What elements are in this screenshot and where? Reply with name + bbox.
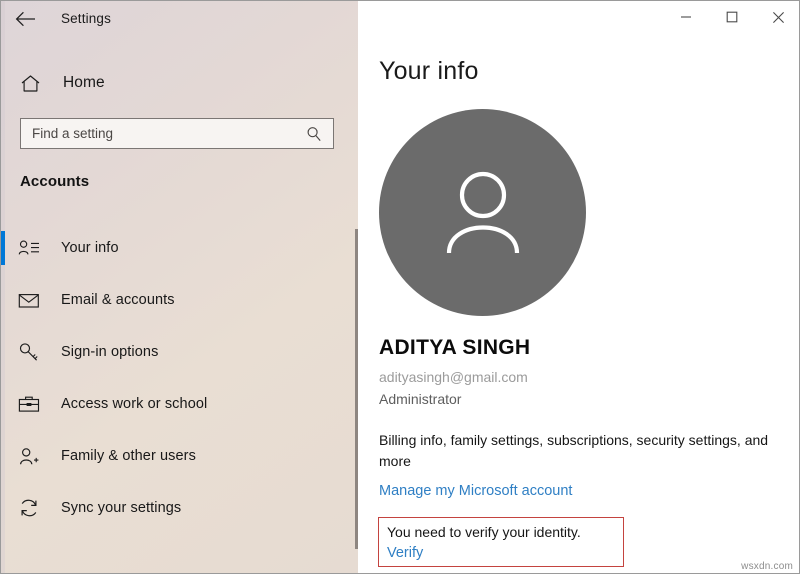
selection-indicator [1, 335, 5, 369]
verify-identity-callout: You need to verify your identity. Verify [378, 517, 624, 567]
user-avatar-icon [446, 171, 519, 253]
minimize-icon[interactable] [663, 1, 709, 33]
user-info-icon [17, 239, 41, 257]
sidebar-item-email-accounts[interactable]: Email & accounts [1, 281, 358, 319]
sidebar-item-sign-in-options[interactable]: Sign-in options [1, 333, 358, 371]
billing-description: Billing info, family settings, subscript… [379, 432, 769, 469]
sync-icon [17, 498, 41, 518]
sidebar-item-your-info[interactable]: Your info [1, 229, 358, 267]
page-title: Your info [379, 57, 479, 85]
sidebar: Settings Home Accounts [1, 1, 358, 573]
section-title: Accounts [20, 173, 90, 190]
window-controls [663, 1, 799, 33]
sidebar-item-label: Access work or school [61, 396, 208, 412]
sidebar-nav: Your info Email & accounts Sign-in optio… [1, 229, 358, 541]
sidebar-item-home[interactable]: Home [1, 66, 341, 100]
search-icon[interactable] [299, 126, 333, 142]
selection-indicator [1, 283, 5, 317]
main-content: Your info ADITYA SINGH adityasingh@gmail… [358, 1, 799, 573]
maximize-icon[interactable] [709, 1, 755, 33]
user-name: ADITYA SINGH [379, 336, 531, 359]
manage-microsoft-account-link[interactable]: Manage my Microsoft account [379, 483, 572, 499]
user-add-icon [17, 447, 41, 466]
sidebar-item-label: Your info [61, 240, 119, 256]
sidebar-item-label: Family & other users [61, 448, 196, 464]
back-arrow-icon[interactable] [3, 3, 47, 35]
verify-identity-message: You need to verify your identity. [387, 524, 581, 540]
sidebar-item-family-other-users[interactable]: Family & other users [1, 437, 358, 475]
selection-indicator [1, 491, 5, 525]
search-box[interactable] [20, 118, 334, 149]
envelope-icon [17, 292, 41, 309]
sidebar-item-label: Email & accounts [61, 292, 175, 308]
sidebar-item-access-work-school[interactable]: Access work or school [1, 385, 358, 423]
watermark: wsxdn.com [741, 561, 793, 572]
home-icon [17, 74, 43, 93]
app-title: Settings [61, 11, 111, 26]
selection-indicator [1, 439, 5, 473]
user-email: adityasingh@gmail.com [379, 369, 528, 385]
home-label: Home [63, 74, 105, 91]
search-input[interactable] [21, 119, 299, 148]
user-role: Administrator [379, 391, 462, 407]
selection-indicator [1, 231, 5, 265]
sidebar-titlebar: Settings [1, 1, 358, 36]
key-icon [17, 342, 41, 362]
selection-indicator [1, 387, 5, 421]
settings-window: Settings Home Accounts [0, 0, 800, 574]
sidebar-item-sync-settings[interactable]: Sync your settings [1, 489, 358, 527]
avatar [379, 109, 586, 316]
sidebar-item-label: Sign-in options [61, 344, 159, 360]
close-icon[interactable] [755, 1, 799, 33]
sidebar-item-label: Sync your settings [61, 500, 182, 516]
briefcase-icon [17, 395, 41, 414]
verify-link[interactable]: Verify [387, 545, 423, 561]
